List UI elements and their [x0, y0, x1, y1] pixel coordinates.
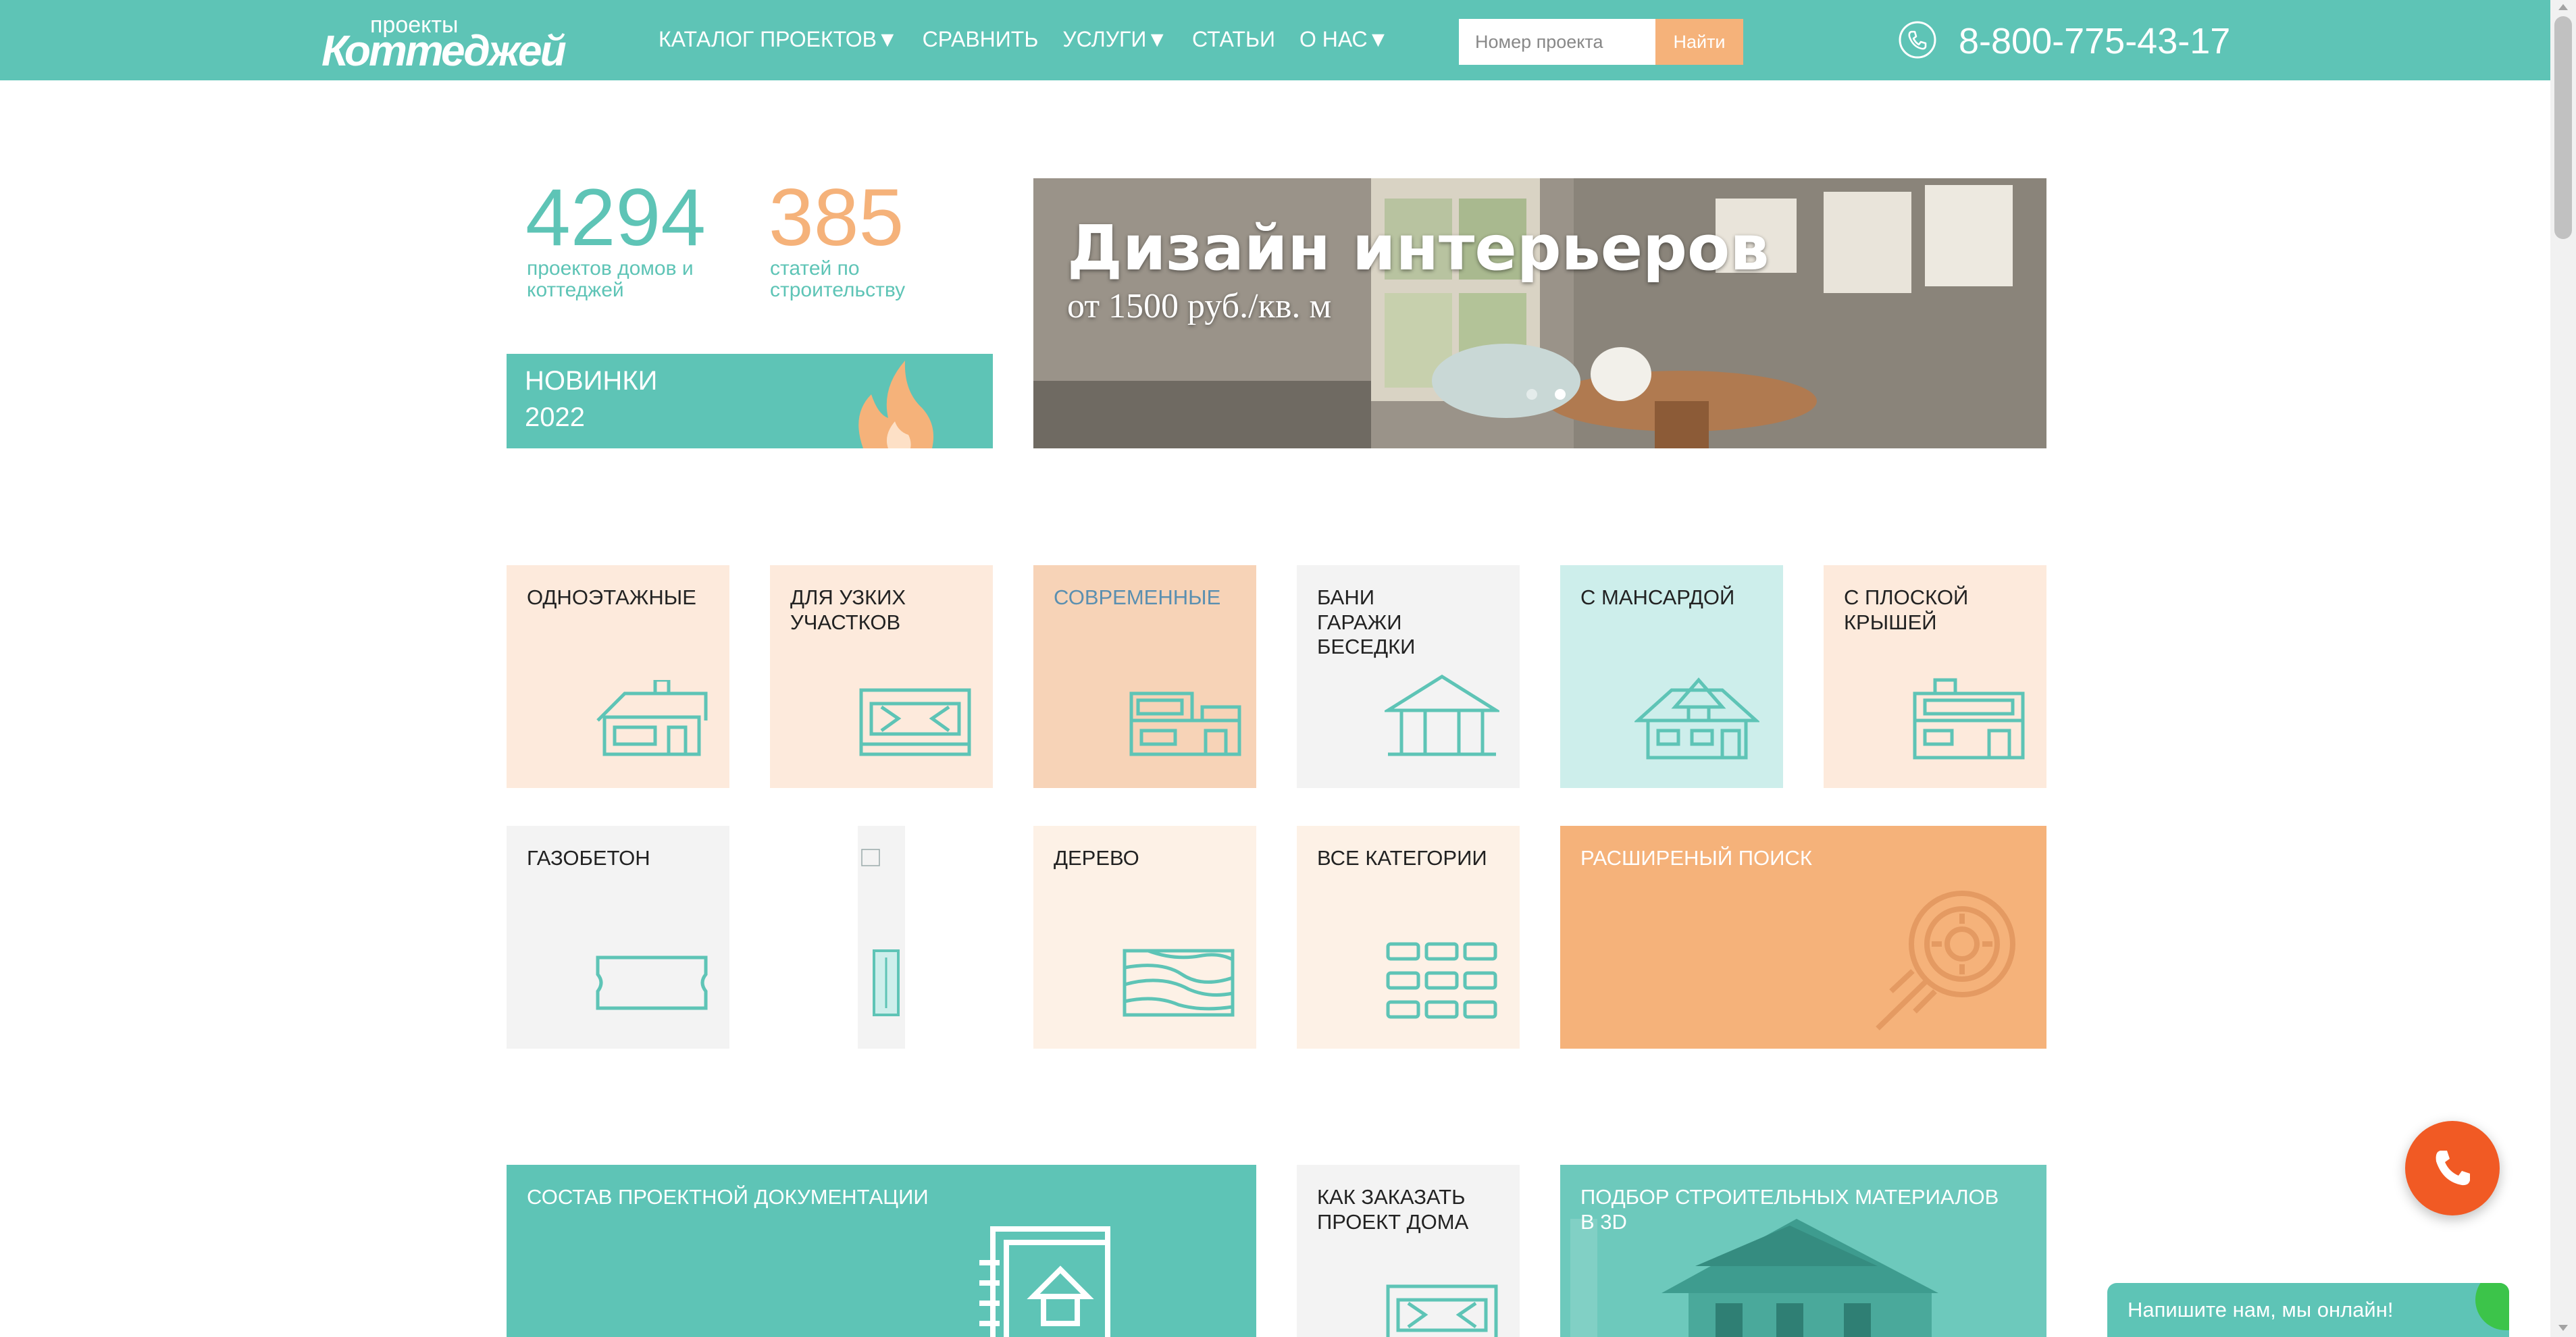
site-logo[interactable]: проекты Коттеджей — [321, 11, 567, 75]
documentation-icon — [979, 1226, 1110, 1337]
attic-house-icon — [1634, 677, 1759, 760]
flat-roof-icon — [1913, 678, 2025, 760]
tile-label: ДЕРЕВО — [1054, 846, 1139, 870]
tile-label: РАСШИРЕНЫЙ ПОИСК — [1580, 846, 1812, 870]
nav-catalog[interactable]: КАТАЛОГ ПРОЕКТОВ▼ — [659, 27, 898, 61]
nav-compare[interactable]: СРАВНИТЬ — [923, 27, 1039, 61]
chat-status-indicator — [2475, 1283, 2509, 1330]
tile-attic[interactable]: С МАНСАРДОЙ — [1560, 565, 1783, 788]
tile-narrow-plots[interactable]: ДЛЯ УЗКИХ УЧАСТКОВ — [770, 565, 993, 788]
nav-articles[interactable]: СТАТЬИ — [1192, 27, 1275, 61]
tile-label: С МАНСАРДОЙ — [1580, 585, 1735, 609]
flame-icon — [858, 361, 934, 448]
slider-dot-1[interactable] — [1526, 389, 1537, 400]
one-story-house-icon — [596, 680, 708, 756]
nav-services[interactable]: УСЛУГИ▼ — [1062, 27, 1168, 61]
materials-3d-tile[interactable]: ПОДБОР СТРОИТЕЛЬНЫХ МАТЕРИАЛОВ В 3D — [1560, 1165, 2046, 1337]
loading-placeholder-icon — [861, 849, 900, 1016]
main-nav: КАТАЛОГ ПРОЕКТОВ▼ СРАВНИТЬ УСЛУГИ▼ СТАТЬ… — [659, 27, 1413, 61]
wood-icon — [1123, 949, 1235, 1017]
tile-label: ГАЗОБЕТОН — [527, 846, 650, 870]
tile-label: ВСЕ КАТЕГОРИИ — [1317, 846, 1487, 870]
phone-icon — [1899, 21, 1936, 59]
tile-label: С ПЛОСКОЙ КРЫШЕЙ — [1844, 585, 1969, 634]
tile-label: СОВРЕМЕННЫЕ — [1054, 585, 1221, 609]
banner-title: Дизайн интерьеров — [1067, 212, 1770, 284]
articles-count: 385 — [769, 172, 904, 263]
narrow-plot-icon — [859, 688, 971, 756]
novinki-year: 2022 — [525, 402, 585, 432]
tile-partial-loading[interactable] — [858, 826, 905, 1049]
tile-one-story[interactable]: ОДНОЭТАЖНЫЕ — [507, 565, 729, 788]
phone-number[interactable]: 8-800-775-43-17 — [1959, 20, 2230, 62]
chat-prompt: Напишите нам, мы онлайн! — [2128, 1298, 2394, 1321]
documentation-tile[interactable]: СОСТАВ ПРОЕКТНОЙ ДОКУМЕНТАЦИИ — [507, 1165, 1256, 1337]
articles-label: статей по строительству — [770, 257, 906, 301]
slider-dot-2[interactable] — [1555, 389, 1566, 400]
tile-label: ОДНОЭТАЖНЫЕ — [527, 585, 696, 609]
gazebo-icon — [1385, 675, 1499, 756]
tile-all-categories[interactable]: ВСЕ КАТЕГОРИИ — [1297, 826, 1520, 1049]
tile-wood[interactable]: ДЕРЕВО — [1033, 826, 1256, 1049]
tile-baths-garages[interactable]: БАНИ ГАРАЖИ БЕСЕДКИ — [1297, 565, 1520, 788]
tile-label: БАНИ ГАРАЖИ БЕСЕДКИ — [1317, 585, 1416, 659]
tile-modern[interactable]: СОВРЕМЕННЫЕ — [1033, 565, 1256, 788]
projects-count: 4294 — [525, 172, 706, 263]
tile-label: ПОДБОР СТРОИТЕЛЬНЫХ МАТЕРИАЛОВ В 3D — [1580, 1185, 1999, 1234]
new-projects-2022-button[interactable]: НОВИНКИ 2022 — [507, 354, 993, 448]
order-icon — [1386, 1284, 1498, 1337]
interior-design-banner[interactable]: Дизайн интерьеров от 1500 руб./кв. м — [1033, 178, 2046, 448]
online-chat-widget[interactable]: Напишите нам, мы онлайн! — [2107, 1283, 2509, 1337]
modern-house-icon — [1129, 691, 1241, 756]
tile-label: СОСТАВ ПРОЕКТНОЙ ДОКУМЕНТАЦИИ — [527, 1185, 929, 1209]
novinki-title: НОВИНКИ — [525, 366, 658, 396]
nav-about[interactable]: О НАС▼ — [1299, 27, 1389, 61]
advanced-search-icon — [1876, 891, 2015, 1030]
scroll-down-arrow[interactable] — [2558, 1325, 2568, 1331]
grid-icon — [1386, 942, 1497, 1019]
scroll-thumb[interactable] — [2554, 16, 2572, 239]
tile-flat-roof[interactable]: С ПЛОСКОЙ КРЫШЕЙ — [1824, 565, 2046, 788]
aerated-block-icon — [596, 955, 708, 1010]
how-to-order-tile[interactable]: КАК ЗАКАЗАТЬ ПРОЕКТ ДОМА — [1297, 1165, 1520, 1337]
banner-subtitle: от 1500 руб./кв. м — [1067, 287, 1332, 325]
projects-label: проектов домов и коттеджей — [527, 257, 694, 301]
logo-title: Коттеджей — [321, 26, 567, 75]
advanced-search-tile[interactable]: РАСШИРЕНЫЙ ПОИСК — [1560, 826, 2046, 1049]
tile-label: ДЛЯ УЗКИХ УЧАСТКОВ — [790, 585, 906, 634]
site-header: проекты Коттеджей КАТАЛОГ ПРОЕКТОВ▼ СРАВ… — [0, 0, 2550, 80]
scroll-up-arrow[interactable] — [2558, 4, 2568, 10]
page-scrollbar[interactable] — [2550, 0, 2576, 1337]
project-number-search-input[interactable] — [1459, 19, 1687, 65]
callback-button[interactable] — [2405, 1121, 2500, 1215]
phone-handset-icon — [2436, 1151, 2470, 1186]
tile-aerated-concrete[interactable]: ГАЗОБЕТОН — [507, 826, 729, 1049]
search-button[interactable]: Найти — [1655, 19, 1743, 65]
tile-label: КАК ЗАКАЗАТЬ ПРОЕКТ ДОМА — [1317, 1185, 1469, 1234]
